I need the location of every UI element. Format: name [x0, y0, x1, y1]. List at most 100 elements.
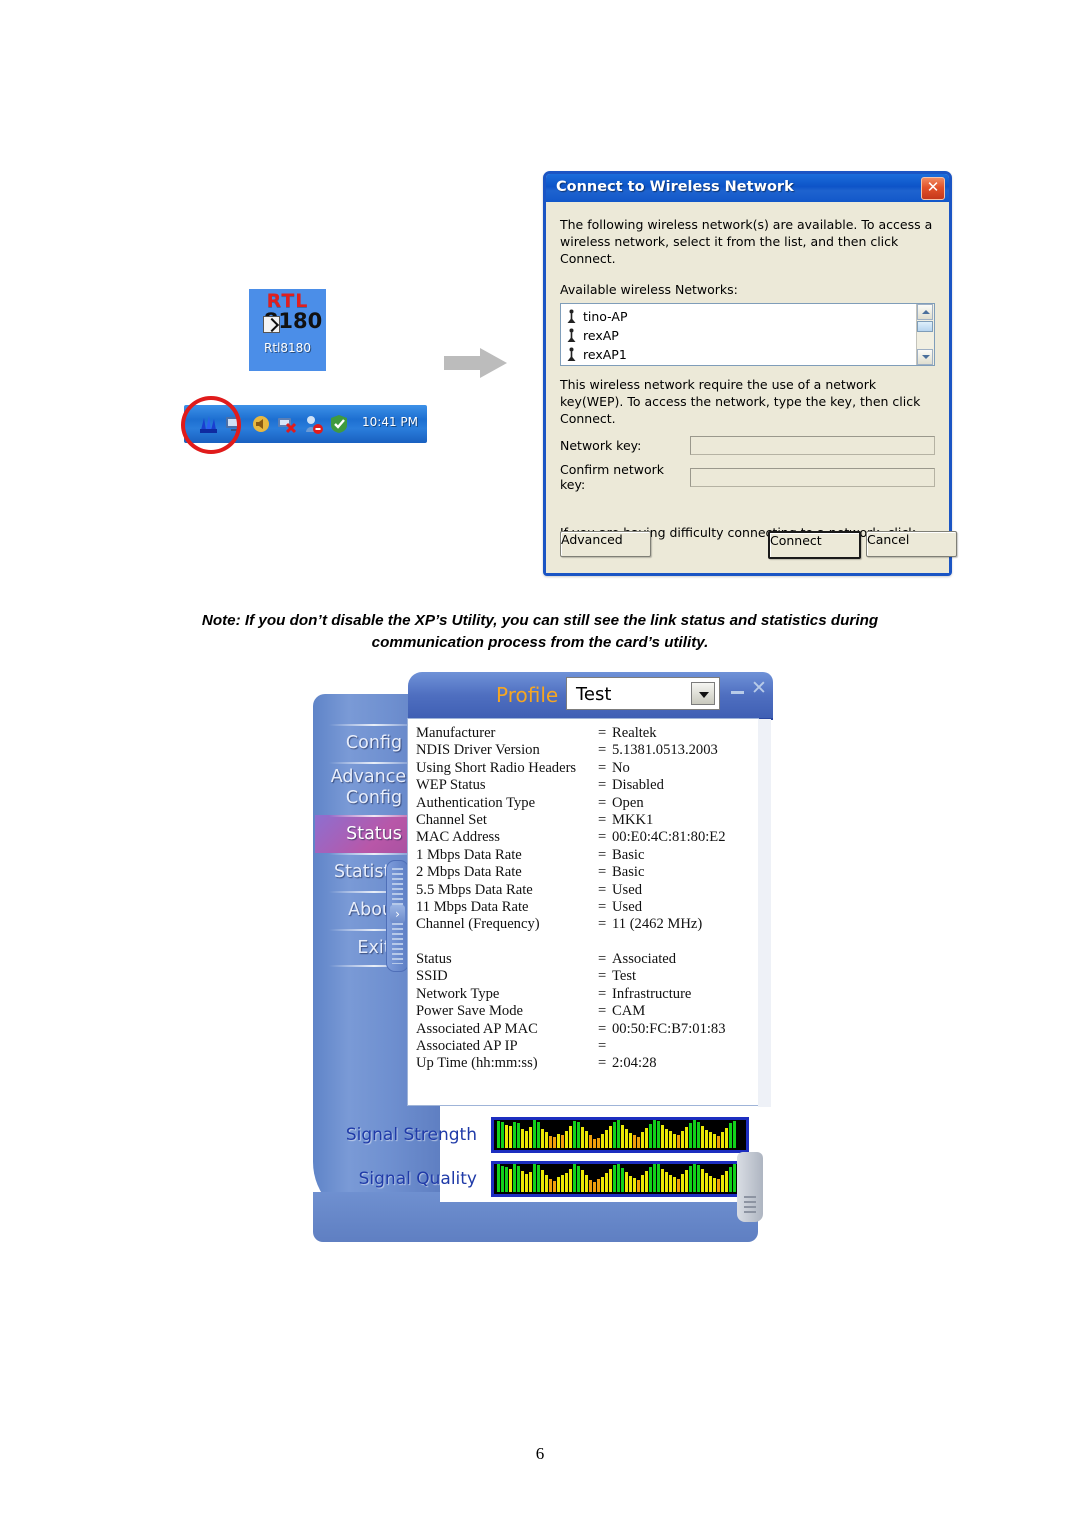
- advanced-button[interactable]: Advanced: [560, 531, 651, 557]
- network-key-row: Network key:: [560, 436, 935, 455]
- list-item[interactable]: rexAP: [565, 326, 934, 345]
- shield-icon[interactable]: [328, 413, 350, 435]
- status-value: Infrastructure: [612, 985, 692, 1002]
- status-key: 1 Mbps Data Rate: [416, 846, 522, 863]
- confirm-network-key-row: Confirm network key:: [560, 462, 935, 492]
- signal-bar: [537, 1165, 540, 1192]
- status-equals: =: [598, 899, 607, 916]
- status-key: Status: [416, 950, 452, 967]
- antivirus-icon[interactable]: [302, 413, 324, 435]
- list-item[interactable]: tino-AP: [565, 307, 934, 326]
- signal-bar: [681, 1131, 684, 1148]
- window-resize-grip[interactable]: [737, 1152, 763, 1222]
- status-key: MAC Address: [416, 829, 500, 846]
- signal-bar: [573, 1164, 576, 1192]
- signal-bar: [613, 1165, 616, 1192]
- signal-bar: [673, 1134, 676, 1148]
- status-row: WEP Status = Disabled: [416, 777, 758, 794]
- scroll-up-icon[interactable]: [917, 304, 933, 320]
- expand-arrow-icon[interactable]: ›: [390, 905, 405, 923]
- cancel-button[interactable]: Cancel: [866, 531, 957, 557]
- connect-to-wireless-network-dialog: Connect to Wireless Network ✕ The follow…: [543, 171, 957, 576]
- signal-bar: [649, 1124, 652, 1148]
- signal-bar: [589, 1180, 592, 1192]
- signal-bar: [589, 1135, 592, 1148]
- status-key: Channel (Frequency): [416, 916, 540, 933]
- signal-bar: [529, 1172, 532, 1192]
- signal-quality-row: Signal Quality: [343, 1161, 773, 1199]
- dialog-title: Connect to Wireless Network: [556, 179, 794, 195]
- network-rows: tino-AP rexAP rexAP1: [561, 304, 934, 364]
- signal-bar: [733, 1121, 736, 1148]
- signal-bar: [657, 1121, 660, 1148]
- signal-bar: [541, 1170, 544, 1192]
- signal-bar: [621, 1168, 624, 1192]
- signal-bar: [693, 1120, 696, 1148]
- status-row: Network Type = Infrastructure: [416, 986, 758, 1003]
- chevron-down-icon[interactable]: [691, 682, 715, 705]
- signal-bar: [601, 1177, 604, 1192]
- list-item[interactable]: rexAP1: [565, 345, 934, 364]
- list-scrollbar[interactable]: [916, 304, 934, 365]
- signal-bar: [561, 1135, 564, 1148]
- status-key: 2 Mbps Data Rate: [416, 864, 522, 881]
- network-key-field[interactable]: [690, 436, 935, 455]
- signal-bar: [685, 1127, 688, 1148]
- signal-bar: [529, 1127, 532, 1148]
- signal-bar: [689, 1166, 692, 1192]
- signal-bar: [605, 1173, 608, 1192]
- status-equals: =: [598, 1037, 607, 1054]
- signal-bar: [541, 1129, 544, 1148]
- signal-strength-meter: [491, 1117, 749, 1153]
- status-key: Up Time (hh:mm:ss): [416, 1055, 538, 1072]
- status-value: 11 (2462 MHz): [612, 916, 703, 933]
- tray-clock[interactable]: 10:41 PM: [362, 415, 418, 429]
- signal-bar: [645, 1171, 648, 1192]
- available-networks-label: Available wireless Networks:: [560, 282, 738, 297]
- desktop-icon-rtl8180[interactable]: RTL 8180 Rtl8180: [249, 289, 326, 371]
- signal-strength-label: Signal Strength: [345, 1125, 477, 1145]
- signal-bar: [657, 1164, 660, 1192]
- status-value: 00:E0:4C:81:80:E2: [612, 829, 726, 846]
- status-row: Power Save Mode = CAM: [416, 1003, 758, 1020]
- status-key: 11 Mbps Data Rate: [416, 899, 529, 916]
- signal-bar: [609, 1126, 612, 1148]
- signal-meters: Signal Strength Signal Quality: [343, 1117, 773, 1202]
- scrollbar-thumb[interactable]: [917, 321, 933, 332]
- connect-button[interactable]: Connect: [768, 531, 861, 559]
- status-row: Manufacturer = Realtek: [416, 725, 758, 742]
- signal-bar: [673, 1177, 676, 1192]
- signal-bar: [577, 1122, 580, 1148]
- note-line-2: communication process from the card’s ut…: [371, 634, 709, 651]
- profile-select[interactable]: Test: [567, 678, 719, 709]
- signal-bar: [661, 1169, 664, 1192]
- status-rows: Manufacturer = Realtek NDIS Driver Version =…: [408, 719, 758, 1073]
- status-row: SSID = Test: [416, 968, 758, 985]
- status-value: Associated: [612, 950, 677, 967]
- shortcut-arrow-icon: [263, 316, 280, 333]
- status-row: Status = Associated: [416, 951, 758, 968]
- signal-bar: [637, 1137, 640, 1148]
- signal-bar: [545, 1132, 548, 1148]
- divider: [329, 762, 419, 764]
- close-icon[interactable]: ✕: [750, 678, 768, 698]
- utility-shell: Profile Test ✕ Config Advanced Config St…: [313, 672, 773, 1252]
- minimize-button[interactable]: [730, 683, 746, 697]
- volume-icon[interactable]: [250, 413, 272, 435]
- network-error-icon[interactable]: [276, 413, 298, 435]
- close-icon[interactable]: ✕: [921, 177, 945, 200]
- signal-bar: [525, 1131, 528, 1148]
- panel-resize-grip[interactable]: ›: [386, 860, 409, 972]
- status-equals: =: [598, 950, 607, 967]
- confirm-network-key-field[interactable]: [690, 467, 935, 487]
- status-equals: =: [598, 777, 607, 794]
- signal-bar: [665, 1129, 668, 1148]
- status-key: Associated AP MAC: [416, 1020, 538, 1037]
- panel-scrollbar[interactable]: [758, 719, 771, 1107]
- signal-bar: [681, 1174, 684, 1192]
- available-networks-list[interactable]: tino-AP rexAP rexAP1: [560, 303, 935, 366]
- signal-bar: [513, 1164, 516, 1192]
- signal-bar: [729, 1167, 732, 1192]
- signal-bar: [705, 1173, 708, 1192]
- scroll-down-icon[interactable]: [917, 349, 933, 365]
